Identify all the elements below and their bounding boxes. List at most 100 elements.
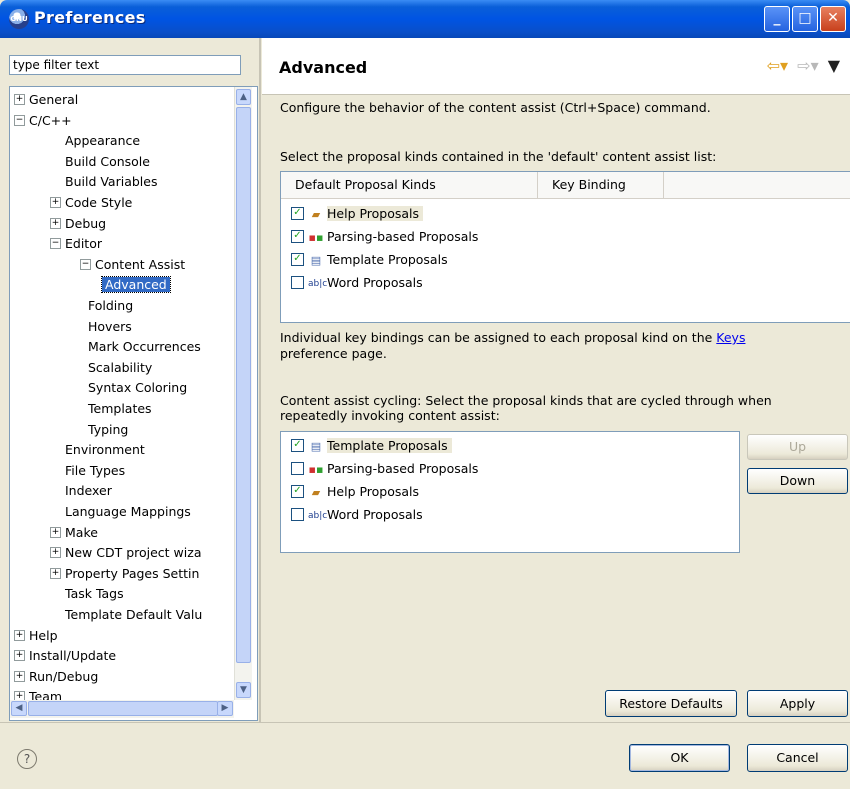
back-arrow-icon[interactable]: ⇦▾: [767, 56, 788, 75]
tree-item[interactable]: Syntax Coloring: [88, 378, 187, 398]
checkbox[interactable]: [291, 462, 304, 475]
parsing-proposals-icon: ▪▪: [308, 230, 324, 244]
tree-item-label: Environment: [65, 442, 145, 458]
tree-item[interactable]: − C/C++: [14, 111, 72, 131]
checkbox[interactable]: ✓: [291, 207, 304, 220]
apply-button[interactable]: Apply: [747, 690, 848, 717]
list-item[interactable]: ✓ ▰ Help Proposals: [291, 203, 424, 225]
checkbox[interactable]: ✓: [291, 485, 304, 498]
tree-item[interactable]: − Content Assist: [80, 255, 185, 275]
scroll-thumb-horizontal[interactable]: [28, 701, 218, 716]
expand-icon[interactable]: +: [14, 94, 25, 105]
tree-item[interactable]: Template Default Valu: [65, 605, 202, 625]
tree-item[interactable]: + Make: [50, 523, 98, 543]
tree-item-label: Property Pages Settin: [65, 565, 200, 581]
collapse-icon[interactable]: −: [50, 238, 61, 250]
expand-icon[interactable]: +: [50, 217, 61, 229]
scroll-right-arrow-icon[interactable]: ▶: [217, 701, 233, 716]
collapse-icon[interactable]: −: [80, 258, 91, 270]
cycling-label: Content assist cycling: Select the propo…: [280, 393, 772, 408]
cycling-label-2: repeatedly invoking content assist:: [280, 408, 500, 423]
tree-item[interactable]: Appearance: [65, 131, 140, 151]
collapse-icon[interactable]: −: [14, 114, 25, 126]
filter-input[interactable]: [9, 55, 241, 75]
list-item[interactable]: ▪▪ Parsing-based Proposals: [291, 458, 478, 480]
preference-tree: + General − C/C++ Appearance Build Console Bui…: [9, 86, 258, 721]
view-menu-icon[interactable]: ▼: [828, 56, 840, 75]
tree-item-label: Typing: [88, 421, 129, 437]
page-title: Advanced: [279, 58, 368, 77]
title-bar[interactable]: GNU Preferences _ □ ✕: [0, 0, 850, 38]
tree-item[interactable]: + Install/Update: [14, 646, 116, 666]
column-header[interactable]: Key Binding: [538, 172, 664, 198]
list-item-label: Parsing-based Proposals: [327, 461, 479, 476]
footer-divider: [0, 722, 850, 723]
up-button[interactable]: Up: [747, 434, 848, 460]
checkbox[interactable]: ✓: [291, 253, 304, 266]
list-item[interactable]: ✓ ▤ Template Proposals: [291, 249, 448, 271]
keys-link[interactable]: Keys: [716, 330, 745, 345]
down-button[interactable]: Down: [747, 468, 848, 494]
tree-item[interactable]: Folding: [88, 296, 133, 316]
expand-icon[interactable]: +: [50, 197, 61, 208]
checkbox[interactable]: ✓: [291, 230, 304, 243]
forward-arrow-icon[interactable]: ⇨▾: [797, 56, 818, 75]
checkbox[interactable]: [291, 276, 304, 289]
column-header[interactable]: Default Proposal Kinds: [281, 172, 538, 198]
tree-item[interactable]: Build Console: [65, 152, 150, 172]
ok-button[interactable]: OK: [629, 744, 730, 772]
tree-item[interactable]: + Property Pages Settin: [50, 564, 199, 584]
tree-item[interactable]: Scalability: [88, 358, 152, 378]
tree-horizontal-scrollbar[interactable]: ◀ ▶: [10, 700, 234, 718]
tree-item-label: Language Mappings: [65, 504, 191, 519]
expand-icon[interactable]: +: [14, 629, 25, 641]
expand-icon[interactable]: +: [50, 567, 61, 579]
cancel-button[interactable]: Cancel: [747, 744, 848, 772]
tree-item[interactable]: Indexer: [65, 481, 112, 501]
tree-item[interactable]: Advanced: [101, 275, 171, 295]
list-item[interactable]: ✓ ▪▪ Parsing-based Proposals: [291, 226, 478, 248]
tree-item[interactable]: Mark Occurrences: [88, 337, 201, 357]
tree-item[interactable]: Environment: [65, 440, 145, 460]
tree-item[interactable]: + Debug: [50, 214, 106, 234]
tree-vertical-scrollbar[interactable]: ▲ ▼: [234, 87, 252, 700]
tree-item[interactable]: Typing: [88, 420, 128, 440]
expand-icon[interactable]: +: [14, 650, 25, 662]
tree-item[interactable]: + New CDT project wiza: [50, 543, 201, 563]
pane-divider[interactable]: [259, 38, 261, 723]
scroll-down-arrow-icon[interactable]: ▼: [236, 682, 251, 698]
tree-item[interactable]: Task Tags: [65, 584, 124, 604]
tree-item[interactable]: + General: [14, 90, 78, 110]
help-icon[interactable]: ?: [17, 749, 37, 769]
close-button[interactable]: ✕: [820, 6, 846, 32]
tree-item-label: Folding: [88, 298, 134, 313]
maximize-button[interactable]: □: [792, 6, 818, 32]
scroll-up-arrow-icon[interactable]: ▲: [236, 89, 251, 105]
tree-item[interactable]: Templates: [88, 399, 152, 419]
list-item[interactable]: ✓ ▤ Template Proposals: [291, 435, 452, 457]
expand-icon[interactable]: +: [50, 526, 61, 538]
app-icon: GNU: [9, 9, 29, 29]
tree-item[interactable]: Build Variables: [65, 172, 157, 192]
tree-item[interactable]: − Editor: [50, 234, 102, 254]
checkbox[interactable]: [291, 508, 304, 521]
tree-item[interactable]: Language Mappings: [65, 502, 191, 522]
tree-item[interactable]: Hovers: [88, 317, 132, 337]
tree-item[interactable]: + Code Style: [50, 193, 132, 213]
expand-icon[interactable]: +: [50, 547, 61, 559]
minimize-button[interactable]: _: [764, 6, 790, 32]
expand-icon[interactable]: +: [14, 670, 25, 682]
checkbox[interactable]: ✓: [291, 439, 304, 452]
list-item[interactable]: ✓ ▰ Help Proposals: [291, 481, 419, 503]
list-item[interactable]: ab|cWord Proposals: [291, 272, 423, 294]
help-proposals-icon: ▰: [311, 485, 321, 499]
tree-item[interactable]: + Help: [14, 626, 58, 646]
scroll-thumb[interactable]: [236, 107, 251, 663]
restore-defaults-button[interactable]: Restore Defaults: [605, 690, 737, 717]
scroll-left-arrow-icon[interactable]: ◀: [11, 701, 27, 716]
list-item[interactable]: ab|cWord Proposals: [291, 504, 423, 526]
list-item-label: Template Proposals: [327, 252, 448, 267]
tree-item[interactable]: + Run/Debug: [14, 667, 98, 687]
tree-item[interactable]: File Types: [65, 461, 125, 481]
tree-item-label: Install/Update: [29, 648, 117, 664]
